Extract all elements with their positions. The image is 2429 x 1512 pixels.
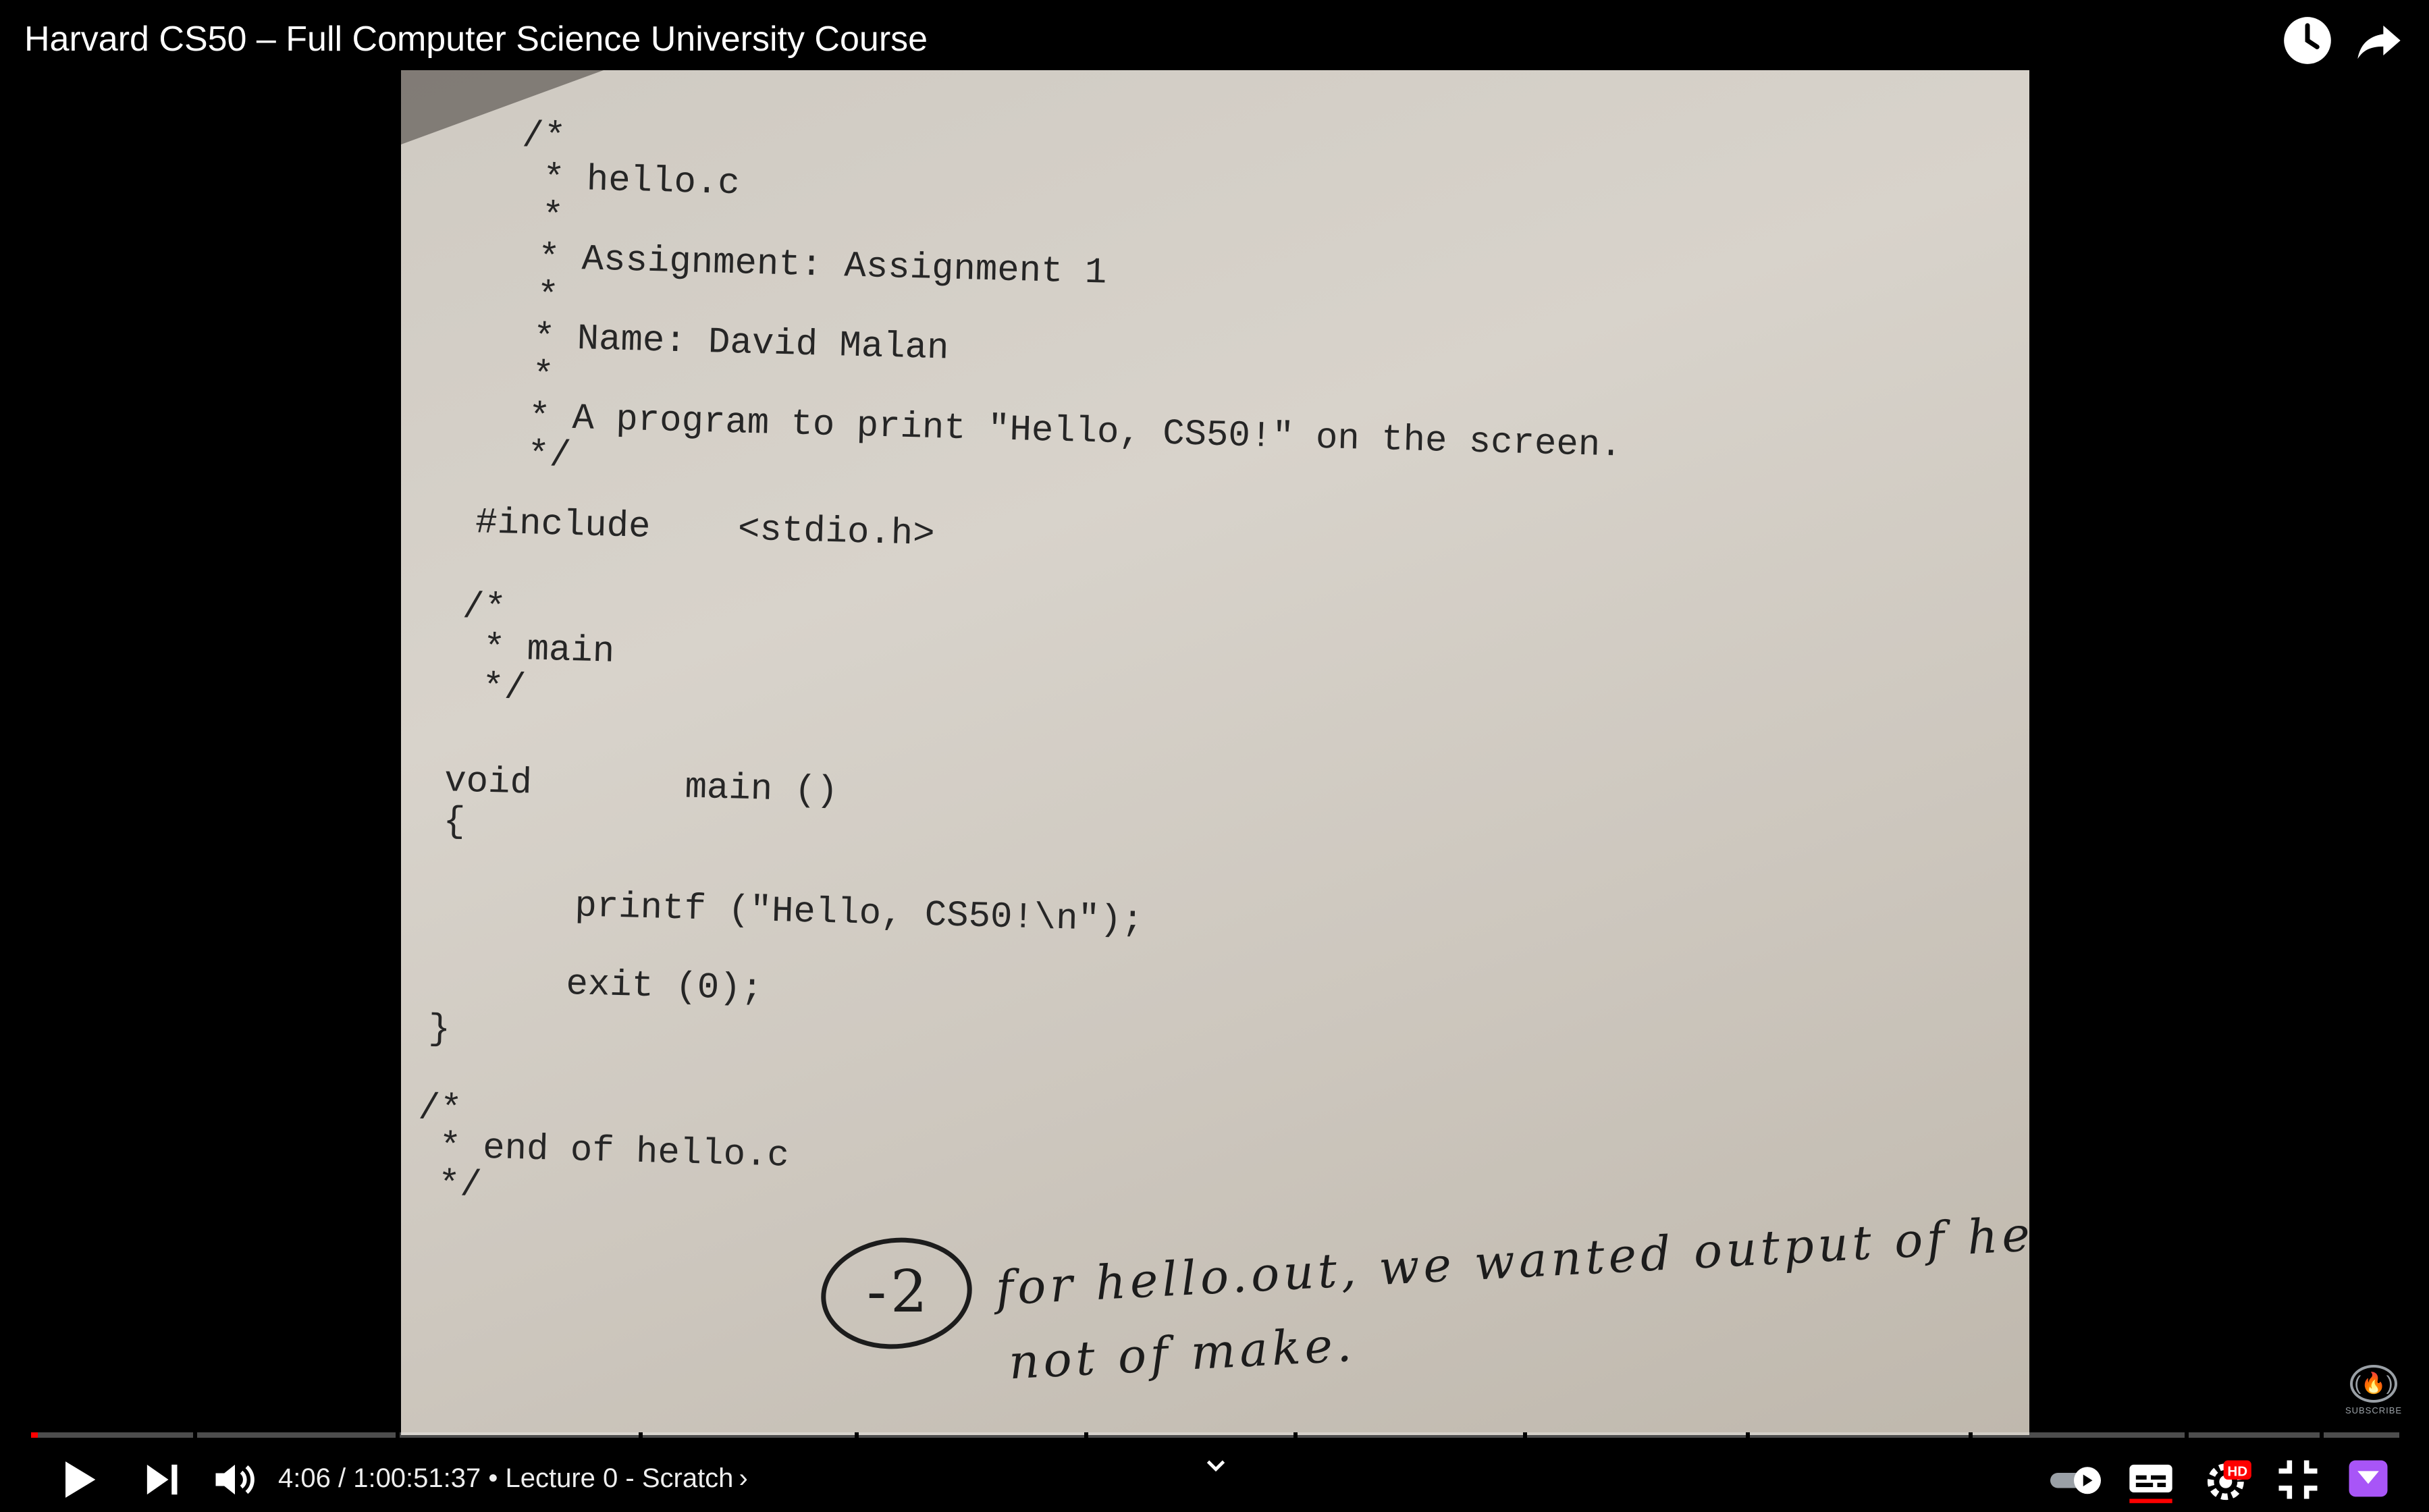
chapter-divider — [639, 1432, 643, 1438]
share-icon[interactable] — [2353, 15, 2405, 66]
chapter-divider — [2185, 1432, 2189, 1438]
subscribe-watermark[interactable]: (🔥) SUBSCRIBE — [2345, 1362, 2402, 1418]
chapter-divider — [1084, 1432, 1088, 1438]
autoplay-toggle[interactable] — [2047, 1454, 2108, 1505]
code-line: { — [442, 801, 466, 843]
code-line: /* — [417, 1088, 463, 1131]
duration: 1:00:51:37 — [353, 1463, 481, 1493]
progress-played — [31, 1432, 38, 1438]
chapter-chevron-icon[interactable]: › — [739, 1463, 747, 1493]
watch-later-icon[interactable] — [2282, 15, 2333, 66]
next-button[interactable] — [136, 1454, 188, 1505]
volume-button[interactable] — [209, 1454, 261, 1505]
code-line: printf ("Hello, CS50!\n"); — [574, 886, 1144, 942]
code-line: * main — [460, 627, 615, 673]
premium-chat-icon[interactable] — [2343, 1454, 2394, 1505]
code-line: /* — [521, 115, 566, 159]
code-line: */ — [460, 666, 527, 710]
code-line: exit (0); — [565, 963, 764, 1010]
chapter-divider — [1293, 1432, 1298, 1438]
time-display: 4:06 / 1:00:51:37 • Lecture 0 - Scratch › — [278, 1463, 748, 1493]
printed-code-sheet: /* * hello.c * * Assignment: Assignment … — [418, 115, 1960, 1303]
chevron-down-icon[interactable] — [1200, 1450, 1231, 1481]
exit-fullscreen-icon[interactable] — [2272, 1454, 2324, 1505]
hd-badge: HD — [2227, 1463, 2247, 1479]
subscribe-label: SUBSCRIBE — [2345, 1405, 2403, 1415]
code-line: * Assignment: Assignment 1 — [515, 237, 1108, 294]
player-controls: 4:06 / 1:00:51:37 • Lecture 0 - Scratch ›… — [0, 1444, 2429, 1512]
code-line: * Name: David Malan — [510, 317, 950, 370]
video-title: Harvard CS50 – Full Computer Science Uni… — [24, 20, 928, 59]
code-line: */ — [505, 434, 572, 477]
chapter-divider — [396, 1432, 400, 1438]
settings-gear-icon[interactable]: HD — [2202, 1454, 2253, 1505]
video-frame[interactable]: /* * hello.c * * Assignment: Assignment … — [401, 70, 2029, 1435]
code-line: */ — [415, 1164, 483, 1207]
chapter-divider — [855, 1432, 859, 1438]
chapter-title[interactable]: Lecture 0 - Scratch — [506, 1463, 734, 1493]
code-line: void main () — [444, 761, 839, 813]
code-line: /* — [462, 587, 507, 630]
freecodecamp-logo-icon: (🔥) — [2350, 1364, 2397, 1403]
code-line: * A program to print "Hello, CS50!" on t… — [506, 396, 1623, 467]
code-line: * — [510, 354, 555, 398]
chapter-divider — [193, 1432, 197, 1438]
handwritten-score: -2 — [867, 1258, 932, 1326]
code-line: * — [519, 195, 564, 238]
subtitles-icon[interactable] — [2125, 1454, 2177, 1505]
chapter-divider — [2320, 1432, 2324, 1438]
code-line: * — [514, 275, 560, 318]
code-line: } — [427, 1008, 451, 1051]
chapter-divider — [1523, 1432, 1527, 1438]
chapter-divider — [1969, 1432, 1973, 1438]
handwritten-note-line2: not of make. — [1007, 1316, 1357, 1390]
chapter-divider — [1746, 1432, 1750, 1438]
progress-bar[interactable] — [31, 1432, 2399, 1438]
current-time: 4:06 — [278, 1463, 331, 1493]
code-line: #include <stdio.h> — [475, 502, 936, 556]
play-button[interactable] — [53, 1454, 104, 1505]
